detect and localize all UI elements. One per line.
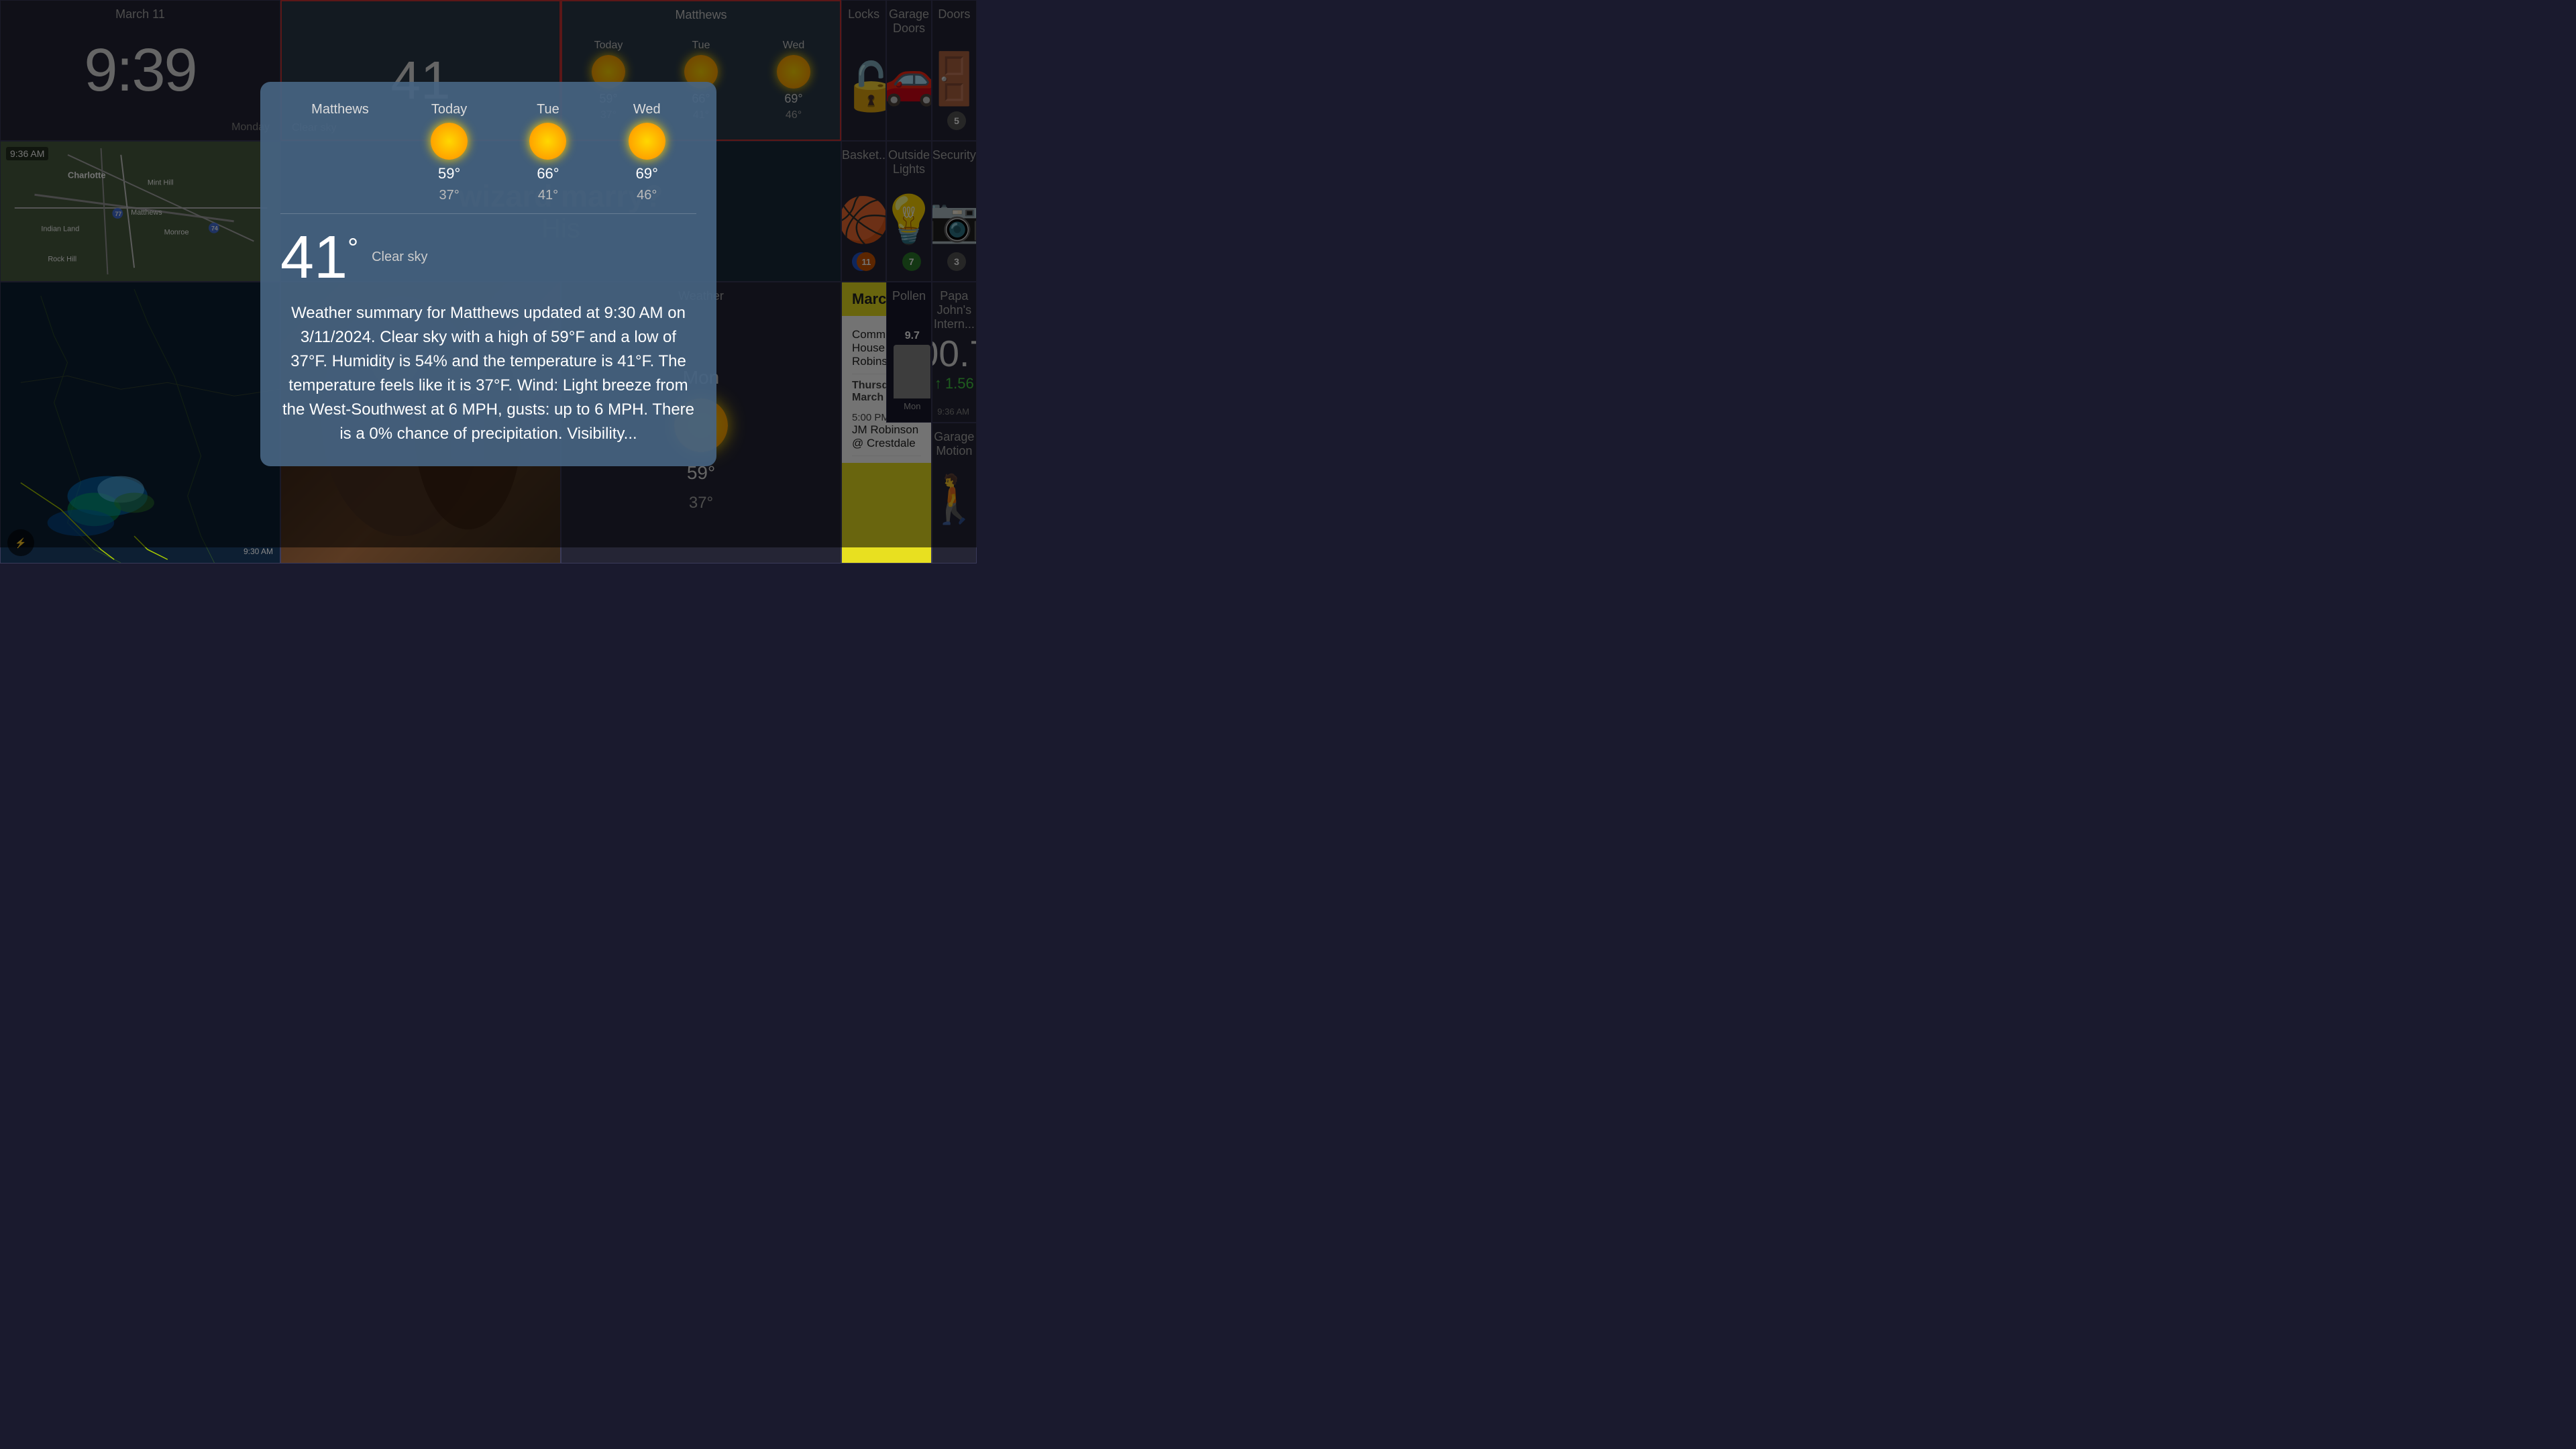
weather-popup[interactable]: Matthews Today 59° 37° Tue 66° 41° Wed 6… bbox=[260, 82, 716, 466]
popup-condition: Clear sky bbox=[372, 250, 427, 265]
popup-forecast-row: Matthews Today 59° 37° Tue 66° 41° Wed 6… bbox=[280, 102, 696, 214]
popup-current-row: 41° Clear sky bbox=[280, 227, 696, 288]
popup-day-wed: Wed 69° 46° bbox=[629, 102, 665, 203]
popup-day-today-weather: Today 59° 37° bbox=[431, 102, 468, 203]
popup-sun-wed bbox=[629, 123, 665, 160]
popup-sun-today bbox=[431, 123, 468, 160]
popup-summary: Weather summary for Matthews updated at … bbox=[280, 301, 696, 446]
popup-big-temp: 41° bbox=[280, 224, 358, 291]
radar-timestamp: 9:30 AM bbox=[244, 547, 273, 556]
popup-day-tue: Tue 66° 41° bbox=[529, 102, 566, 203]
popup-big-temp-container: 41° bbox=[280, 227, 358, 288]
popup-sun-tue bbox=[529, 123, 566, 160]
weather-popup-overlay[interactable]: Matthews Today 59° 37° Tue 66° 41° Wed 6… bbox=[0, 0, 977, 547]
popup-day-today: Matthews bbox=[311, 102, 369, 203]
